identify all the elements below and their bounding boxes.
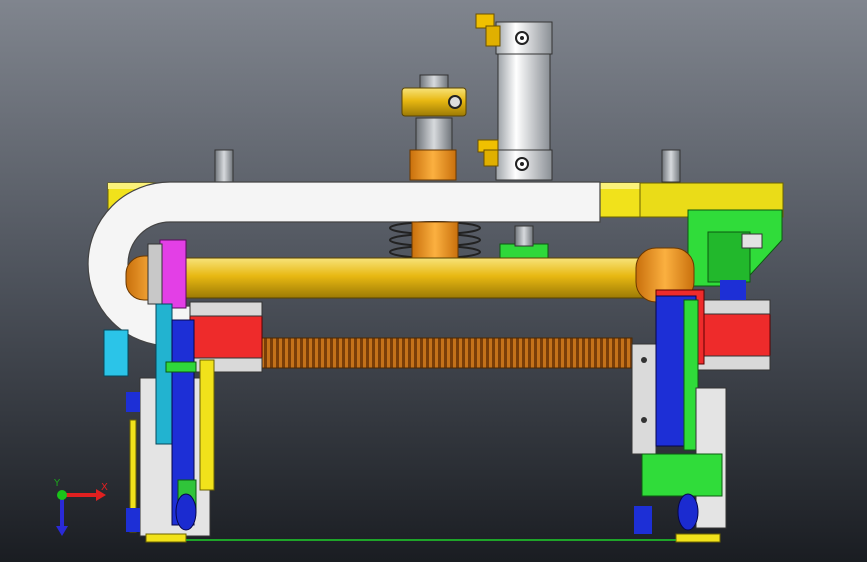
pneumatic-cylinder [495, 21, 553, 181]
sensor-stud [514, 225, 534, 247]
cad-viewport[interactable]: X Y [0, 0, 867, 562]
cad-drawing[interactable]: X Y [0, 0, 867, 562]
guide-post-left [214, 149, 234, 183]
magenta-plate [159, 239, 187, 309]
guide-post-right [661, 149, 681, 183]
gear-left [147, 243, 163, 305]
x-axis-label: X [101, 482, 108, 493]
lead-screw [261, 337, 633, 369]
y-axis-label: Y [53, 478, 61, 489]
